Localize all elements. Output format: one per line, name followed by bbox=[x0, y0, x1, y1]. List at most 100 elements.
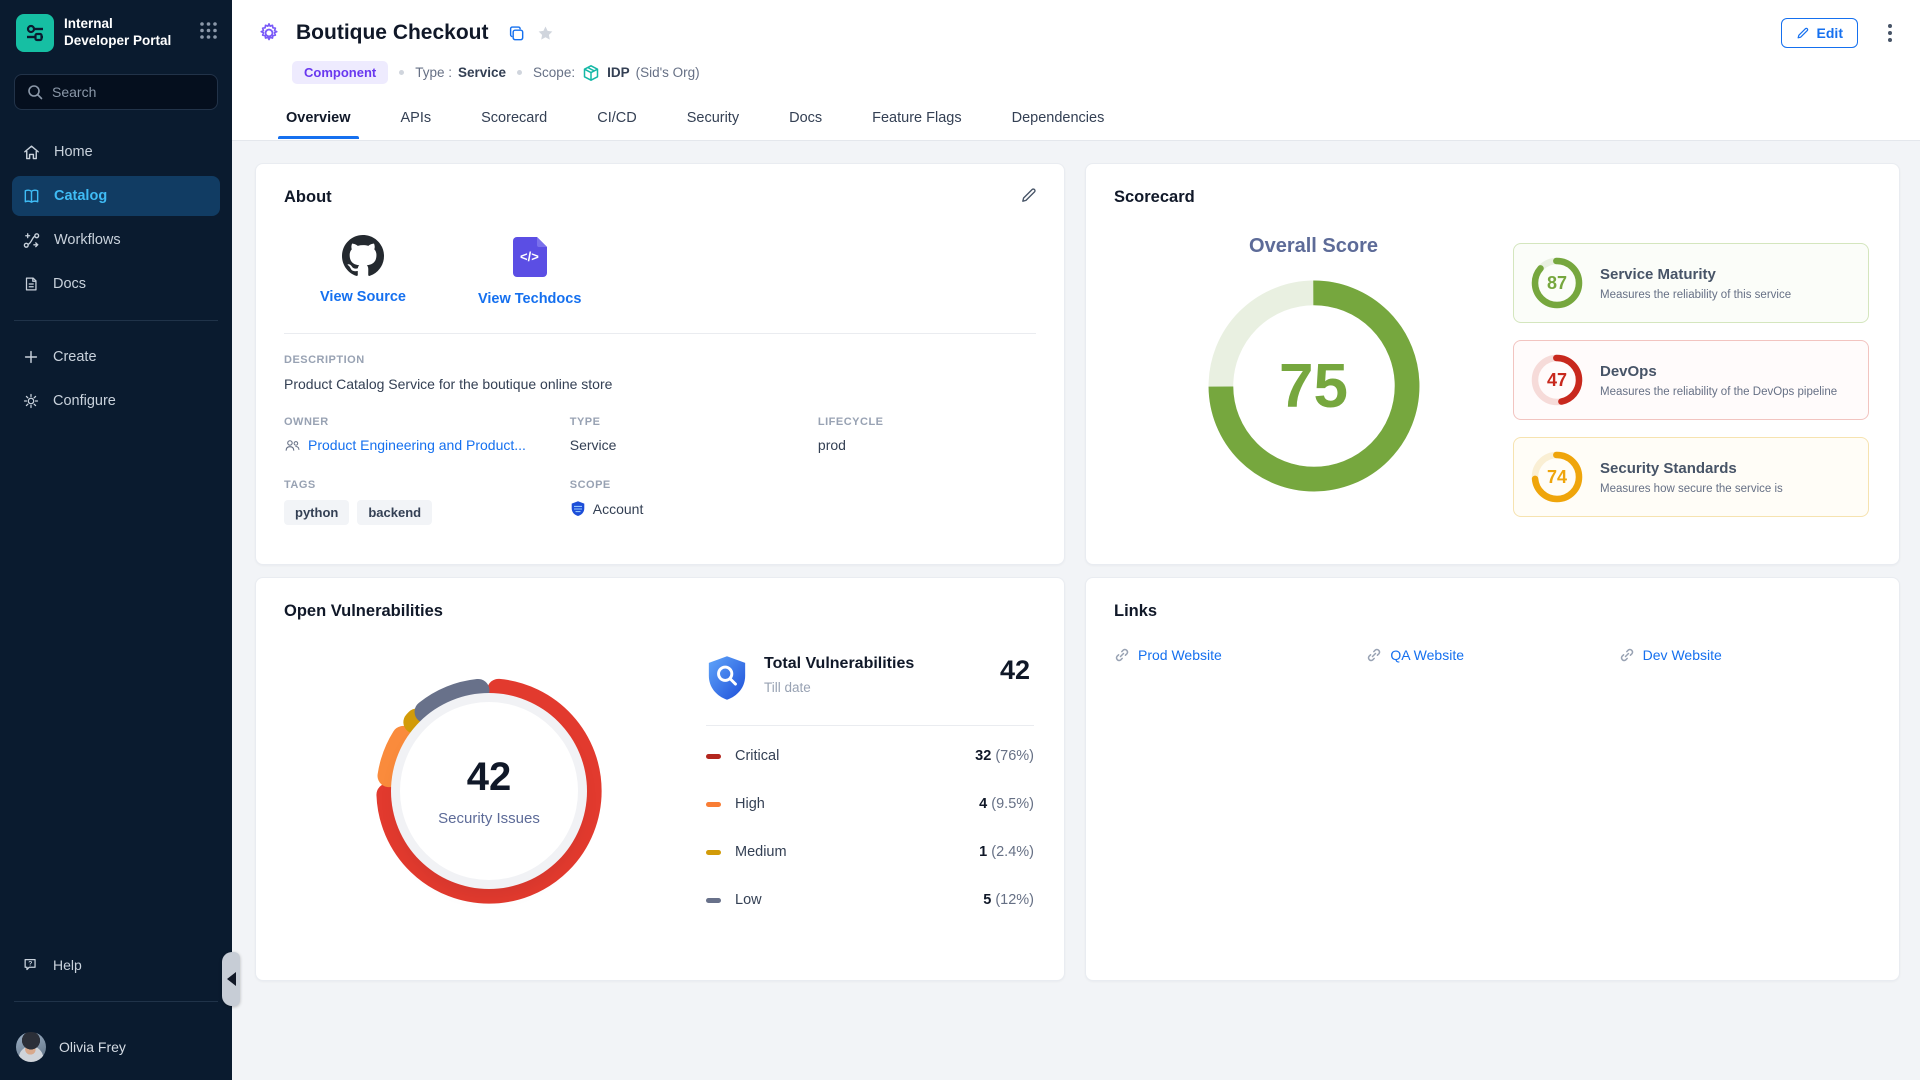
view-techdocs-link[interactable]: </> View Techdocs bbox=[478, 235, 581, 307]
high-dash-icon bbox=[706, 802, 721, 807]
link-qa-website[interactable]: QA Website bbox=[1366, 647, 1618, 663]
entity-meta-row: Component Type : Service Scope: IDP (Sid… bbox=[292, 61, 1896, 84]
overall-score-block: Overall Score 75 bbox=[1114, 213, 1513, 517]
overall-score-title: Overall Score bbox=[1249, 235, 1378, 258]
plus-icon bbox=[22, 348, 40, 366]
scorecard-mini-donut: 74 bbox=[1530, 450, 1584, 504]
critical-dash-icon bbox=[706, 754, 721, 759]
scorecard-heading: Scorecard bbox=[1114, 188, 1871, 207]
link-chain-icon bbox=[1619, 647, 1635, 663]
sidebar-item-docs[interactable]: Docs bbox=[12, 264, 220, 304]
cube-icon bbox=[581, 63, 601, 83]
tab-dependencies[interactable]: Dependencies bbox=[1010, 104, 1107, 139]
sidebar-item-configure[interactable]: Configure bbox=[12, 381, 220, 421]
scope-label: SCOPE bbox=[570, 479, 1036, 491]
scope-value: Account bbox=[593, 501, 644, 517]
logo-row: Internal Developer Portal bbox=[0, 0, 232, 64]
sidebar-divider bbox=[14, 320, 218, 321]
vulnerabilities-donut-center: 42 Security Issues bbox=[400, 702, 578, 880]
more-options-button[interactable] bbox=[1884, 20, 1896, 46]
sidebar-item-help[interactable]: ? Help bbox=[0, 945, 232, 985]
overview-content: About View Source </> View bbox=[232, 141, 1920, 981]
description-label: DESCRIPTION bbox=[284, 354, 1036, 366]
scorecard-item-security-standards[interactable]: 74 Security Standards Measures how secur… bbox=[1513, 437, 1869, 517]
tab-overview[interactable]: Overview bbox=[284, 104, 353, 139]
tags-label: TAGS bbox=[284, 479, 570, 491]
tag-chip[interactable]: python bbox=[284, 500, 349, 525]
pencil-icon bbox=[1796, 26, 1810, 40]
medium-dash-icon bbox=[706, 850, 721, 855]
tab-docs[interactable]: Docs bbox=[787, 104, 824, 139]
overall-score-value: 75 bbox=[1200, 272, 1428, 500]
sidebar-nav: Home Catalog Workflows Docs bbox=[0, 132, 232, 304]
type-value: Service bbox=[458, 65, 506, 80]
scorecard-mini-donut: 47 bbox=[1530, 353, 1584, 407]
search-input[interactable]: Search bbox=[14, 74, 218, 110]
link-dev-website[interactable]: Dev Website bbox=[1619, 647, 1871, 663]
favorite-star-icon[interactable] bbox=[536, 24, 555, 43]
tab-security[interactable]: Security bbox=[685, 104, 741, 139]
link-chain-icon bbox=[1366, 647, 1382, 663]
page-header: Boutique Checkout Edit Component bbox=[232, 0, 1920, 140]
home-icon bbox=[22, 143, 41, 162]
sidebar-collapse-handle[interactable] bbox=[222, 952, 240, 1006]
docs-icon bbox=[22, 275, 40, 293]
type-value: Service bbox=[570, 437, 818, 453]
scorecard-item-service-maturity[interactable]: 87 Service Maturity Measures the reliabi… bbox=[1513, 243, 1869, 323]
sidebar-item-catalog[interactable]: Catalog bbox=[12, 176, 220, 216]
account-shield-icon bbox=[570, 500, 586, 517]
sidebar-item-workflows[interactable]: Workflows bbox=[12, 220, 220, 260]
user-menu[interactable]: Olivia Frey bbox=[0, 1018, 232, 1080]
vulnerabilities-donut: 42 Security Issues bbox=[365, 667, 613, 915]
techdocs-icon: </> bbox=[509, 235, 551, 279]
view-source-link[interactable]: View Source bbox=[320, 235, 406, 307]
team-icon bbox=[284, 438, 301, 453]
about-edit-icon[interactable] bbox=[1020, 186, 1038, 204]
total-vulnerabilities-title: Total Vulnerabilities bbox=[764, 655, 914, 673]
edit-button[interactable]: Edit bbox=[1781, 18, 1858, 48]
copy-icon[interactable] bbox=[507, 24, 526, 43]
shield-search-icon bbox=[706, 655, 748, 701]
scope-label: Scope: bbox=[533, 65, 575, 80]
tab-feature-flags[interactable]: Feature Flags bbox=[870, 104, 963, 139]
tab-apis[interactable]: APIs bbox=[399, 104, 434, 139]
user-name: Olivia Frey bbox=[59, 1039, 126, 1055]
vulnerabilities-card: Open Vulnerabilities 42 Security Issues bbox=[255, 577, 1065, 981]
sidebar-item-home[interactable]: Home bbox=[12, 132, 220, 172]
scope-value: IDP bbox=[607, 65, 630, 80]
sidebar-item-create[interactable]: Create bbox=[12, 337, 220, 377]
type-label: TYPE bbox=[570, 416, 818, 428]
tab-scorecard[interactable]: Scorecard bbox=[479, 104, 549, 139]
type-label: Type : bbox=[415, 65, 452, 80]
scorecard-list: 87 Service Maturity Measures the reliabi… bbox=[1513, 243, 1869, 517]
tab-bar: Overview APIs Scorecard CI/CD Security D… bbox=[284, 104, 1896, 140]
about-heading: About bbox=[284, 188, 1036, 207]
link-chain-icon bbox=[1114, 647, 1130, 663]
scorecard-mini-donut: 87 bbox=[1530, 256, 1584, 310]
scorecard-item-devops[interactable]: 47 DevOps Measures the reliability of th… bbox=[1513, 340, 1869, 420]
links-card: Links Prod Website QA Website bbox=[1085, 577, 1900, 981]
legend-row-critical: Critical 32 (76%) bbox=[706, 732, 1034, 780]
about-divider bbox=[284, 333, 1036, 334]
svg-text:</>: </> bbox=[520, 249, 539, 264]
legend-row-high: High 4 (9.5%) bbox=[706, 780, 1034, 828]
tab-cicd[interactable]: CI/CD bbox=[595, 104, 638, 139]
total-vulnerabilities-subtitle: Till date bbox=[764, 680, 914, 695]
about-card: About View Source </> View bbox=[255, 163, 1065, 565]
lifecycle-label: LIFECYCLE bbox=[818, 416, 1036, 428]
description-value: Product Catalog Service for the boutique… bbox=[284, 376, 1036, 392]
total-vulnerabilities-value: 42 bbox=[1000, 655, 1034, 686]
app-switcher-icon[interactable] bbox=[199, 21, 218, 45]
link-prod-website[interactable]: Prod Website bbox=[1114, 647, 1366, 663]
sidebar-divider bbox=[14, 1001, 218, 1002]
sidebar-bottom: ? Help Olivia Frey bbox=[0, 945, 232, 1080]
vulnerabilities-heading: Open Vulnerabilities bbox=[284, 602, 1036, 621]
app-title: Internal Developer Portal bbox=[64, 16, 189, 50]
lifecycle-value: prod bbox=[818, 437, 1036, 453]
page-title: Boutique Checkout bbox=[296, 21, 489, 45]
sidebar: Internal Developer Portal Search Home bbox=[0, 0, 232, 1080]
main-area: Boutique Checkout Edit Component bbox=[232, 0, 1920, 981]
tag-chip[interactable]: backend bbox=[357, 500, 432, 525]
owner-link[interactable]: Product Engineering and Product... bbox=[284, 437, 570, 453]
dot-separator bbox=[517, 70, 522, 75]
